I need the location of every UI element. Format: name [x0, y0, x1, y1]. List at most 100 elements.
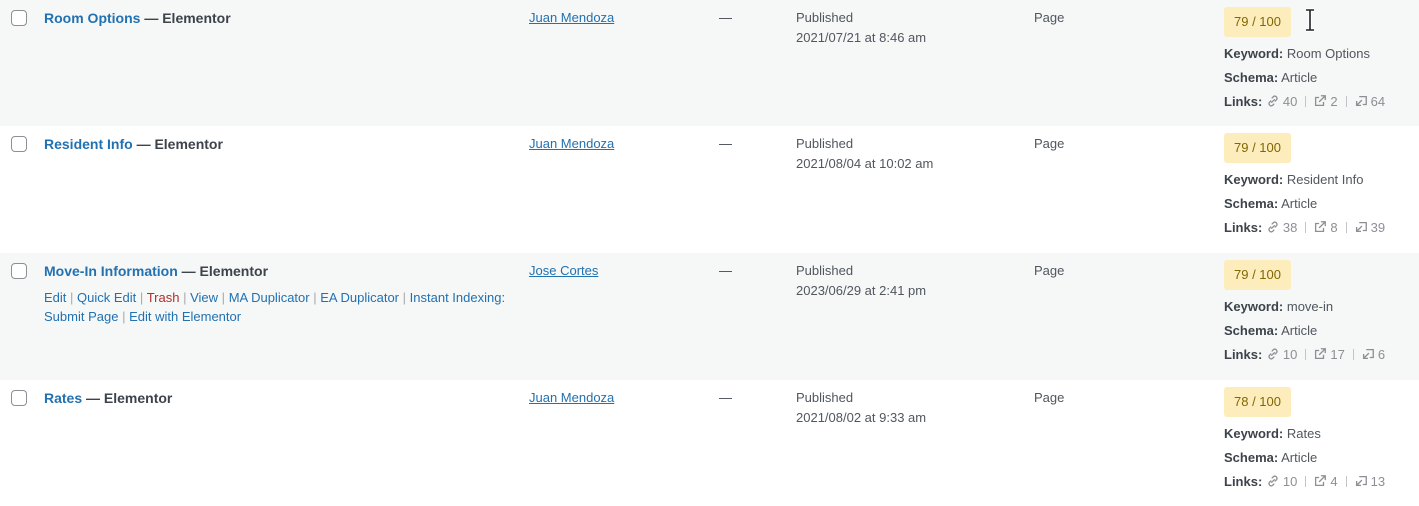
row-checkbox[interactable] [11, 390, 27, 406]
internal-links-count: 10 [1282, 347, 1298, 362]
publish-status: Published [796, 136, 854, 151]
seo-score-badge[interactable]: 79 / 100 [1224, 133, 1291, 163]
incoming-link-icon [1362, 348, 1374, 360]
seo-details: 78 / 100 Keyword: Rates Schema: Article … [1224, 387, 1414, 489]
schema-value: Article [1281, 70, 1318, 85]
ma-duplicator-link[interactable]: MA Duplicator [229, 290, 310, 305]
post-title: Resident Info — Elementor [44, 135, 223, 153]
action-separator: | [70, 290, 74, 305]
post-title-link[interactable]: Rates [44, 390, 82, 406]
seo-links: Links: 10 4 13 [1224, 474, 1414, 489]
action-separator: | [402, 290, 407, 305]
seo-keyword: Keyword: Resident Info [1224, 172, 1414, 187]
seo-schema: Schema: Article [1224, 70, 1414, 85]
table-row: Room Options — Elementor Juan Mendoza — … [0, 0, 1419, 126]
keyword-label: Keyword: [1224, 426, 1284, 441]
author-link[interactable]: Juan Mendoza [529, 135, 614, 153]
action-separator: | [221, 290, 226, 305]
post-title: Rates — Elementor [44, 389, 172, 407]
author-link[interactable]: Jose Cortes [529, 262, 598, 280]
publish-status: Published [796, 10, 854, 25]
text-cursor-icon [1306, 8, 1314, 32]
external-links-count: 4 [1330, 474, 1338, 489]
external-links-count: 2 [1330, 94, 1338, 109]
schema-label: Schema: [1224, 196, 1279, 211]
view-link[interactable]: View [190, 290, 218, 305]
keyword-value: Resident Info [1286, 172, 1364, 187]
external-link-icon [1315, 475, 1327, 487]
incoming-links-count: 64 [1370, 94, 1386, 109]
date-cell: Published 2021/08/02 at 9:33 am [796, 388, 926, 428]
keyword-label: Keyword: [1224, 299, 1284, 314]
quick-edit-link[interactable]: Quick Edit [77, 290, 136, 305]
schema-value: Article [1281, 450, 1318, 465]
action-separator: | [183, 290, 187, 305]
publish-date: 2021/08/04 at 10:02 am [796, 156, 934, 171]
incoming-link-icon [1355, 221, 1367, 233]
keyword-value: Room Options [1286, 46, 1370, 61]
seo-score-badge[interactable]: 78 / 100 [1224, 387, 1291, 417]
seo-keyword: Keyword: Rates [1224, 426, 1414, 441]
keyword-value: move-in [1286, 299, 1334, 314]
edit-link[interactable]: Edit [44, 290, 66, 305]
post-state: — Elementor [136, 136, 223, 152]
link-icon [1268, 95, 1278, 107]
post-title: Move-In Information — Elementor [44, 262, 268, 280]
seo-keyword: Keyword: move-in [1224, 299, 1414, 314]
seo-details: 79 / 100 Keyword: move-in Schema: Articl… [1224, 260, 1414, 362]
seo-details: 79 / 100 Keyword: Resident Info Schema: … [1224, 133, 1414, 235]
instant-indexing-label: Instant Indexing: [409, 290, 506, 305]
internal-links-count: 38 [1282, 220, 1298, 235]
comments-count: — [719, 136, 732, 151]
incoming-link-icon [1355, 95, 1367, 107]
edit-with-elementor-link[interactable]: Edit with Elementor [129, 309, 241, 324]
incoming-links-count: 13 [1370, 474, 1386, 489]
comments-count: — [719, 390, 732, 405]
seo-score-badge[interactable]: 79 / 100 [1224, 7, 1291, 37]
links-label: Links: [1224, 347, 1263, 362]
incoming-links-count: 6 [1377, 347, 1386, 362]
row-checkbox[interactable] [11, 10, 27, 26]
post-title-link[interactable]: Room Options [44, 10, 140, 26]
row-checkbox[interactable] [11, 263, 27, 279]
table-row: Resident Info — Elementor Juan Mendoza —… [0, 126, 1419, 253]
post-title-link[interactable]: Resident Info [44, 136, 133, 152]
date-cell: Published 2021/08/04 at 10:02 am [796, 134, 933, 174]
schema-label: Schema: [1224, 70, 1279, 85]
submit-page-label: Submit Page [44, 309, 119, 324]
author-link[interactable]: Juan Mendoza [529, 9, 614, 27]
post-title: Room Options — Elementor [44, 9, 231, 27]
ea-duplicator-link[interactable]: EA Duplicator [320, 290, 399, 305]
post-state: — Elementor [181, 263, 269, 279]
seo-keyword: Keyword: Room Options [1224, 46, 1414, 61]
internal-links-count: 10 [1282, 474, 1298, 489]
publish-status: Published [796, 390, 854, 405]
posts-table: Room Options — Elementor Juan Mendoza — … [0, 0, 1419, 506]
seo-score-badge[interactable]: 79 / 100 [1224, 260, 1291, 290]
comments-count: — [719, 10, 732, 25]
link-icon [1268, 348, 1278, 360]
row-checkbox[interactable] [11, 136, 27, 152]
publish-date: 2021/08/02 at 9:33 am [796, 410, 927, 425]
post-type: Page [1034, 136, 1065, 151]
links-label: Links: [1224, 94, 1263, 109]
author-link[interactable]: Juan Mendoza [529, 389, 614, 407]
keyword-value: Rates [1286, 426, 1321, 441]
post-type: Page [1034, 390, 1065, 405]
seo-details: 79 / 100 Keyword: Room Options Schema: A… [1224, 7, 1414, 109]
schema-label: Schema: [1224, 450, 1279, 465]
publish-date: 2023/06/29 at 2:41 pm [796, 283, 927, 298]
trash-link[interactable]: Trash [147, 290, 180, 305]
links-label: Links: [1224, 474, 1263, 489]
schema-value: Article [1281, 196, 1318, 211]
external-link-icon [1315, 221, 1327, 233]
comments-count: — [719, 263, 732, 278]
date-cell: Published 2021/07/21 at 8:46 am [796, 8, 926, 48]
link-icon [1268, 221, 1278, 233]
schema-label: Schema: [1224, 323, 1279, 338]
schema-value: Article [1281, 323, 1318, 338]
incoming-link-icon [1355, 475, 1367, 487]
post-title-link[interactable]: Move-In Information [44, 263, 178, 279]
seo-links: Links: 40 2 64 [1224, 94, 1414, 109]
seo-schema: Schema: Article [1224, 196, 1414, 211]
